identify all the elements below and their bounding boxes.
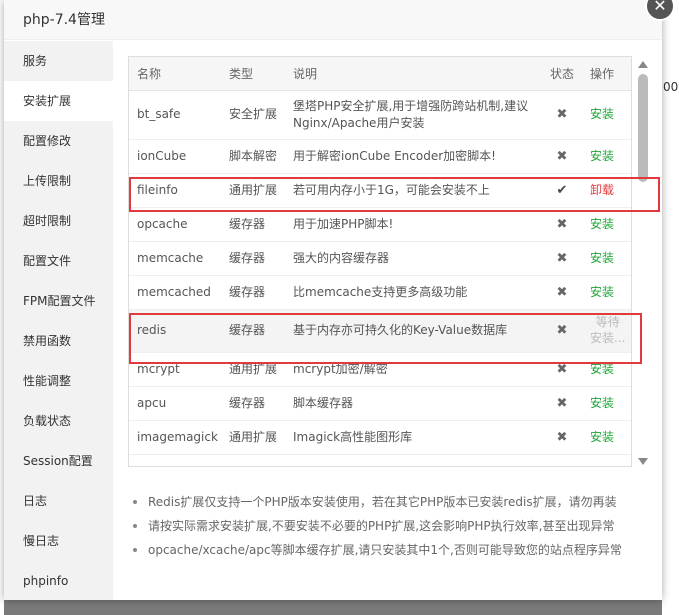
not-installed-icon: ✖ <box>556 395 568 411</box>
ext-name: opcache <box>129 207 221 242</box>
ext-desc: 用于加速PHP脚本! <box>285 207 542 242</box>
not-installed-icon: ✖ <box>556 216 568 232</box>
extensions-table: 名称 类型 说明 状态 操作 bt_safe 安全扩展 堡塔PHP安全扩展,用于… <box>128 56 632 467</box>
not-installed-icon: ✖ <box>556 323 568 338</box>
ext-type: 缓存器 <box>221 241 285 276</box>
notes-list: Redis扩展仅支持一个PHP版本安装使用，若在其它PHP版本已安装redis扩… <box>131 490 651 562</box>
not-installed-icon: ✖ <box>556 284 568 300</box>
ext-name: fileinfo <box>129 173 221 208</box>
not-installed-icon: ✖ <box>556 107 568 122</box>
ext-name: mcrypt <box>129 352 221 387</box>
note-item: opcache/xcache/apc等脚本缓存扩展,请只安装其中1个,否则可能导… <box>131 538 651 562</box>
ext-name: memcached <box>129 275 221 310</box>
ext-desc: 用于解密ionCube Encoder加密脚本! <box>285 139 542 174</box>
table-row: ionCube 脚本解密 用于解密ionCube Encoder加密脚本! ✖ … <box>129 139 631 174</box>
ext-type: 通用扩展 <box>221 352 285 387</box>
ext-type: 通用扩展 <box>221 173 285 208</box>
sidebar-item-install-extensions[interactable]: 安装扩展 <box>4 81 113 121</box>
ext-name: apcu <box>129 386 221 421</box>
uninstall-link[interactable]: 卸载 <box>590 183 614 197</box>
sidebar-item-disabled-functions[interactable]: 禁用函数 <box>4 321 113 361</box>
ext-type: 安全扩展 <box>221 90 285 140</box>
not-installed-icon: ✖ <box>556 429 568 445</box>
waiting-install-status: 等待 安装... <box>590 315 626 345</box>
installed-check-icon: ✔ <box>556 182 568 198</box>
note-item: 请按实际需求安装扩展,不要安装不必要的PHP扩展,这会影响PHP执行效率,甚至出… <box>131 514 651 538</box>
table-row: mcrypt 通用扩展 mcrypt加密/解密 ✖ 安装 <box>129 352 631 387</box>
ext-desc: Imagick高性能图形库 <box>285 420 542 455</box>
ext-name: redis <box>129 309 221 353</box>
php-manager-dialog: php-7.4管理 服务 安装扩展 配置修改 上传限制 超时限制 配置文件 FP… <box>4 0 662 600</box>
install-link[interactable]: 安装 <box>590 396 614 410</box>
dialog-title: php-7.4管理 <box>4 0 662 40</box>
extensions-panel: 名称 类型 说明 状态 操作 bt_safe 安全扩展 堡塔PHP安全扩展,用于… <box>113 41 662 600</box>
ext-desc: mcrypt加密/解密 <box>285 352 542 387</box>
install-link[interactable]: 安装 <box>590 217 614 231</box>
not-installed-icon: ✖ <box>556 148 568 164</box>
not-installed-icon: ✖ <box>556 361 568 377</box>
install-link[interactable]: 安装 <box>590 430 614 444</box>
ext-desc: 若可用内存小于1G，可能会安装不上 <box>285 173 542 208</box>
sidebar-item-load-status[interactable]: 负载状态 <box>4 401 113 441</box>
scroll-thumb[interactable] <box>638 74 648 182</box>
table-row: memcache 缓存器 强大的内容缓存器 ✖ 安装 <box>129 241 631 276</box>
sidebar: 服务 安装扩展 配置修改 上传限制 超时限制 配置文件 FPM配置文件 禁用函数… <box>4 41 113 600</box>
install-link[interactable]: 安装 <box>590 285 614 299</box>
scroll-down-icon[interactable] <box>638 458 648 465</box>
col-header-action: 操作 <box>582 57 631 91</box>
ext-type: 缓存器 <box>221 207 285 242</box>
col-header-status: 状态 <box>542 57 582 91</box>
table-row: apcu 缓存器 脚本缓存器 ✖ 安装 <box>129 386 631 421</box>
ext-type: 缓存器 <box>221 275 285 310</box>
sidebar-item-log[interactable]: 日志 <box>4 481 113 521</box>
note-item: Redis扩展仅支持一个PHP版本安装使用，若在其它PHP版本已安装redis扩… <box>131 490 651 514</box>
sidebar-item-session-config[interactable]: Session配置 <box>4 441 113 481</box>
install-link[interactable]: 安装 <box>590 107 614 121</box>
ext-name: imagemagick <box>129 420 221 455</box>
ext-type: 通用扩展 <box>221 420 285 455</box>
ext-type: 缓存器 <box>221 386 285 421</box>
ext-desc: 强大的内容缓存器 <box>285 241 542 276</box>
ext-desc: 脚本缓存器 <box>285 386 542 421</box>
table-row: memcached 缓存器 比memcache支持更多高级功能 ✖ 安装 <box>129 275 631 310</box>
not-installed-icon: ✖ <box>556 250 568 266</box>
background-peek-text: 00会 <box>663 80 679 94</box>
col-header-desc: 说明 <box>285 57 542 91</box>
table-scrollbar[interactable] <box>635 56 651 467</box>
sidebar-item-timeout-limit[interactable]: 超时限制 <box>4 201 113 241</box>
ext-name: ionCube <box>129 139 221 174</box>
sidebar-item-phpinfo[interactable]: phpinfo <box>4 561 113 601</box>
table-row: opcache 缓存器 用于加速PHP脚本! ✖ 安装 <box>129 207 631 242</box>
sidebar-item-config-file[interactable]: 配置文件 <box>4 241 113 281</box>
ext-type: 脚本解密 <box>221 139 285 174</box>
sidebar-item-config-edit[interactable]: 配置修改 <box>4 121 113 161</box>
sidebar-item-performance[interactable]: 性能调整 <box>4 361 113 401</box>
ext-desc: 基于内存亦可持久化的Key-Value数据库 <box>285 309 542 353</box>
ext-desc: 比memcache支持更多高级功能 <box>285 275 542 310</box>
ext-type: 缓存器 <box>221 309 285 353</box>
install-link[interactable]: 安装 <box>590 149 614 163</box>
sidebar-item-slow-log[interactable]: 慢日志 <box>4 521 113 561</box>
table-row: bt_safe 安全扩展 堡塔PHP安全扩展,用于增强防跨站机制,建议Nginx… <box>129 90 631 140</box>
sidebar-item-upload-limit[interactable]: 上传限制 <box>4 161 113 201</box>
ext-desc: 堡塔PHP安全扩展,用于增强防跨站机制,建议Nginx/Apache用户安装 <box>285 90 542 140</box>
sidebar-item-fpm-config[interactable]: FPM配置文件 <box>4 281 113 321</box>
install-link[interactable]: 安装 <box>590 251 614 265</box>
table-row: fileinfo 通用扩展 若可用内存小于1G，可能会安装不上 ✔ 卸载 <box>129 173 631 208</box>
scroll-up-icon[interactable] <box>638 61 648 68</box>
table-header: 名称 类型 说明 状态 操作 <box>129 57 631 91</box>
ext-name: memcache <box>129 241 221 276</box>
table-row: imagemagick 通用扩展 Imagick高性能图形库 ✖ 安装 <box>129 420 631 455</box>
col-header-name: 名称 <box>129 57 221 91</box>
ext-name: bt_safe <box>129 90 221 140</box>
install-link[interactable]: 安装 <box>590 362 614 376</box>
sidebar-item-service[interactable]: 服务 <box>4 41 113 81</box>
table-row: redis 缓存器 基于内存亦可持久化的Key-Value数据库 ✖ 等待 安装.… <box>129 309 631 353</box>
col-header-type: 类型 <box>221 57 285 91</box>
